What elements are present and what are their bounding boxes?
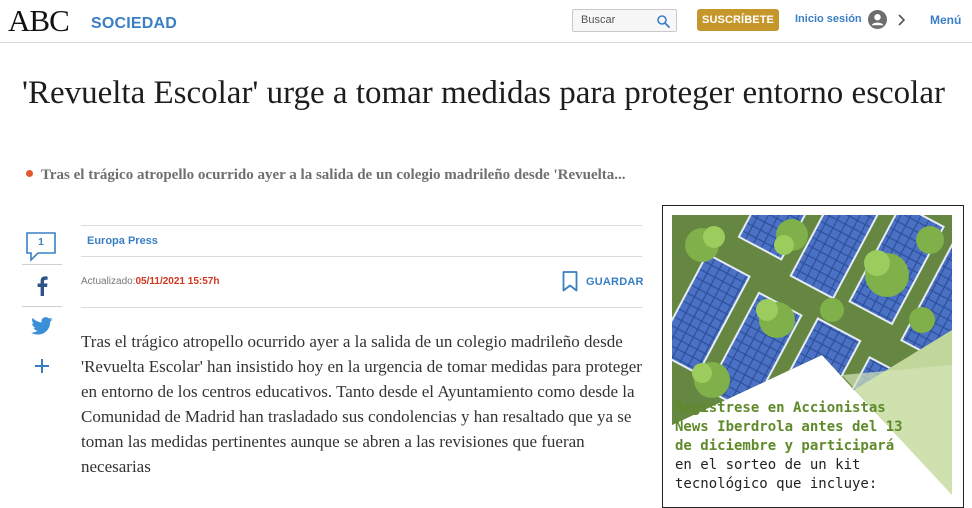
ad-text: Regístrese en Accionistas News Iberdrola… bbox=[675, 399, 915, 494]
comments-button[interactable]: 1 bbox=[26, 232, 58, 262]
divider bbox=[81, 256, 642, 257]
comments-count: 1 bbox=[38, 237, 44, 248]
article-title: 'Revuelta Escolar' urge a tomar medidas … bbox=[22, 75, 945, 111]
article-body: Tras el trágico atropello ocurrido ayer … bbox=[81, 332, 642, 476]
ad-normal-text: en el sorteo de un kit tecnológico que i… bbox=[675, 457, 878, 492]
save-label: GUARDAR bbox=[586, 276, 644, 288]
abc-logo[interactable]: ABC bbox=[8, 4, 70, 38]
search-placeholder: Buscar bbox=[581, 14, 616, 26]
plus-icon[interactable] bbox=[34, 358, 50, 374]
login-link[interactable]: Inicio sesión bbox=[795, 13, 862, 25]
chevron-right-icon[interactable] bbox=[896, 14, 906, 26]
subscribe-button[interactable]: SUSCRÍBETE bbox=[697, 9, 779, 31]
search-icon[interactable] bbox=[656, 14, 670, 28]
section-label[interactable]: SOCIEDAD bbox=[91, 15, 177, 33]
bullet-icon bbox=[26, 170, 33, 177]
author-link[interactable]: Europa Press bbox=[87, 235, 158, 247]
ad-highlight-text: Regístrese en Accionistas News Iberdrola… bbox=[675, 400, 903, 454]
divider bbox=[81, 225, 642, 226]
updated-label: Actualizado: bbox=[81, 276, 136, 287]
divider bbox=[81, 307, 642, 308]
user-icon[interactable] bbox=[868, 10, 887, 29]
save-button[interactable]: GUARDAR bbox=[562, 271, 644, 293]
bookmark-icon bbox=[562, 271, 578, 292]
updated-date: 05/11/2021 15:57h bbox=[135, 276, 220, 287]
divider bbox=[22, 264, 62, 265]
twitter-icon[interactable] bbox=[31, 317, 53, 335]
subtitle-text: Tras el trágico atropello ocurrido ayer … bbox=[41, 167, 626, 183]
search-input[interactable]: Buscar bbox=[572, 9, 677, 32]
divider bbox=[22, 306, 62, 307]
article-subtitle: Tras el trágico atropello ocurrido ayer … bbox=[26, 167, 626, 184]
top-bar: ABC SOCIEDAD Buscar SUSCRÍBETE Inicio se… bbox=[0, 0, 972, 43]
facebook-icon[interactable] bbox=[35, 276, 49, 296]
ad-banner[interactable]: Regístrese en Accionistas News Iberdrola… bbox=[662, 205, 964, 508]
updated-info: Actualizado:05/11/2021 15:57h bbox=[81, 276, 219, 287]
menu-button[interactable]: Menú bbox=[930, 13, 961, 27]
